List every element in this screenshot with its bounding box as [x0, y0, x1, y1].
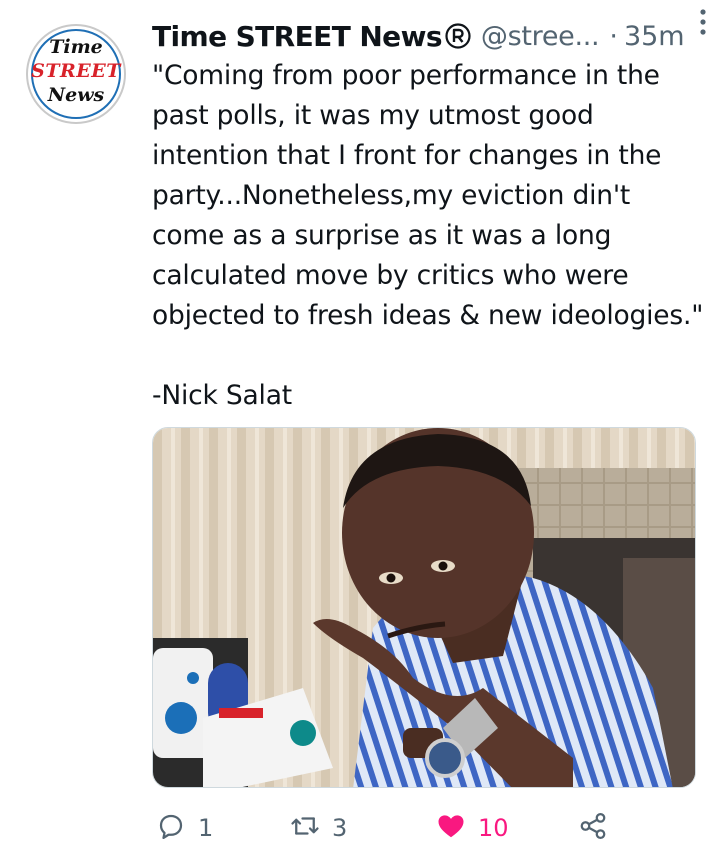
tweet-text-line: "Coming from poor performance in the: [152, 60, 660, 91]
like-count: 10: [478, 814, 509, 842]
reply-count: 1: [198, 814, 214, 842]
tweet-signature: -Nick Salat: [152, 380, 292, 411]
registered-icon: [445, 23, 471, 49]
tweet-text-spacer: [152, 336, 712, 376]
avatar-logo-line-1: Time: [49, 36, 103, 58]
author-name[interactable]: Time STREET News: [152, 20, 443, 53]
tweet-photo[interactable]: [152, 427, 696, 788]
reply-icon: [156, 811, 186, 845]
tweet-header: Time STREET News @stree... · 35m: [152, 14, 700, 58]
tweet-text-line: come as a surprise as it was a long: [152, 220, 612, 251]
retweet-button[interactable]: 3: [290, 808, 347, 848]
tweet-text-line: calculated move by critics who were: [152, 260, 629, 291]
tweet-text-line: past polls, it was my utmost good: [152, 100, 594, 131]
retweet-count: 3: [332, 814, 348, 842]
tweet-text-line: intention that I front for changes in th…: [152, 140, 662, 171]
reply-button[interactable]: 1: [156, 808, 213, 848]
avatar[interactable]: Time STREET News: [26, 24, 126, 124]
share-icon: [578, 811, 608, 845]
header-separator: ·: [609, 20, 618, 52]
share-button[interactable]: [578, 808, 608, 848]
tweet-text-line: objected to fresh ideas & new ideologies…: [152, 300, 704, 331]
tweet-text: "Coming from poor performance in the pas…: [152, 56, 712, 416]
tweet-text-line: party...Nonetheless,my eviction din't: [152, 180, 631, 211]
avatar-logo-line-3: News: [47, 84, 105, 106]
tweet-time[interactable]: 35m: [624, 21, 685, 52]
like-button[interactable]: 10: [436, 808, 509, 848]
tweet-actions: 1 3 10: [152, 808, 712, 848]
avatar-logo-line-2: STREET: [31, 60, 121, 82]
heart-filled-icon: [436, 811, 466, 845]
author-handle[interactable]: @stree...: [481, 21, 600, 52]
more-vertical-icon[interactable]: [696, 6, 710, 38]
retweet-icon: [290, 811, 320, 845]
